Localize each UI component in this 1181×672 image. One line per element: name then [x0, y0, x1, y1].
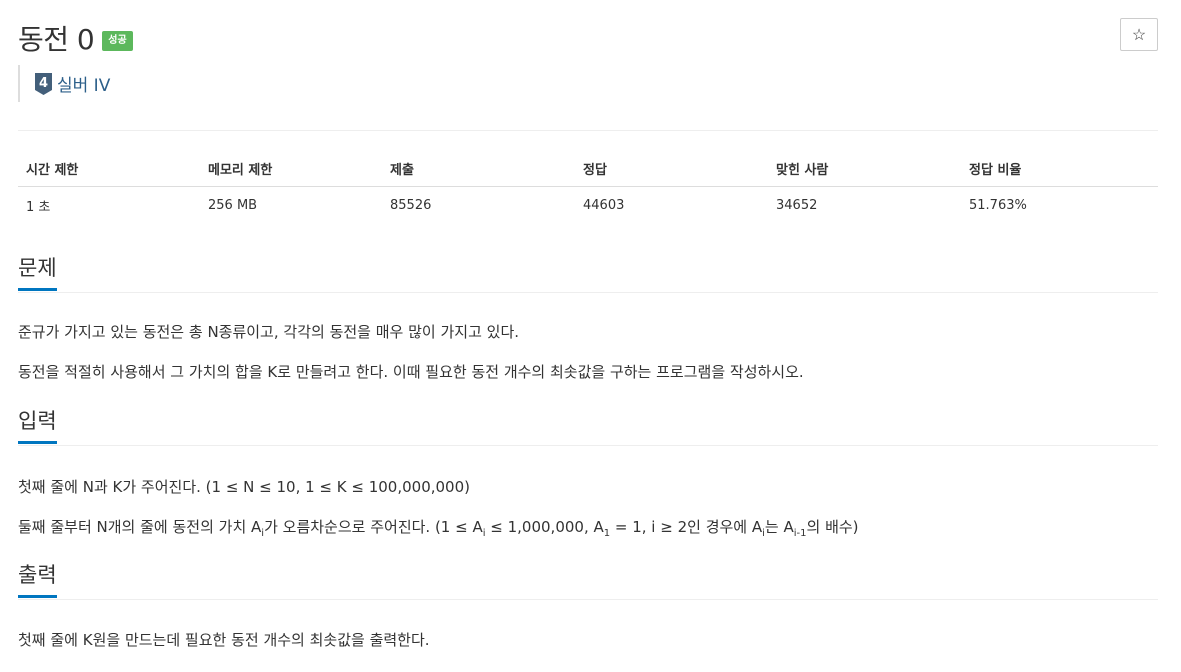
tier-icon: 4	[35, 72, 52, 95]
input-section: 입력	[18, 405, 1158, 446]
section-header: 문제	[18, 252, 1158, 293]
problem-text-line-1: 준규가 가지고 있는 동전은 총 N종류이고, 각각의 동전을 매우 많이 가지…	[18, 323, 520, 341]
problem-description-section: 문제	[18, 252, 1158, 293]
header-solved-users: 맞힌 사람	[768, 151, 961, 187]
time-limit-value: 1 초	[26, 199, 51, 215]
output-text-line-1: 첫째 줄에 K원을 만드는데 필요한 동전 개수의 최솟값을 출력한다.	[18, 631, 430, 649]
star-icon: ☆	[1131, 26, 1147, 44]
favorite-star-button[interactable]: ☆	[1120, 18, 1158, 51]
header-accept-ratio: 정답 비율	[961, 151, 1158, 187]
tier-row: 4 실버 IV	[18, 65, 110, 102]
tier-number: 4	[39, 76, 48, 91]
header-time-limit: 시간 제한	[18, 151, 200, 187]
memory-limit-value: 256 MB	[208, 197, 258, 213]
submissions-value: 85526	[390, 197, 432, 213]
problem-info-table: 시간 제한 메모리 제한 제출 정답 맞힌 사람 정답 비율 1 초 256 M…	[18, 151, 1158, 223]
section-header: 입력	[18, 405, 1158, 446]
solved-users-value: 34652	[776, 197, 818, 213]
input-text-line-1: 첫째 줄에 N과 K가 주어진다. (1 ≤ N ≤ 10, 1 ≤ K ≤ 1…	[18, 478, 470, 496]
tier-label[interactable]: 실버 IV	[57, 71, 110, 96]
accepted-value: 44603	[583, 197, 625, 213]
title-row: 동전 0 성공	[18, 18, 133, 58]
section-title-problem: 문제	[18, 256, 57, 291]
header-memory-limit: 메모리 제한	[200, 151, 382, 187]
accept-ratio-value: 51.763%	[969, 197, 1027, 213]
problem-text-line-2: 동전을 적절히 사용해서 그 가치의 합을 K로 만들려고 한다. 이때 필요한…	[18, 363, 804, 381]
section-title-output: 출력	[18, 563, 57, 598]
input-text-line-2: 둘째 줄부터 N개의 줄에 동전의 가치 Ai가 오름차순으로 주어진다. (1…	[18, 518, 859, 539]
problem-title: 동전 0	[18, 23, 95, 56]
output-section: 출력	[18, 559, 1158, 600]
table-header-row: 시간 제한 메모리 제한 제출 정답 맞힌 사람 정답 비율	[18, 151, 1158, 187]
header-accepted: 정답	[575, 151, 768, 187]
divider	[18, 130, 1158, 131]
table-row: 1 초 256 MB 85526 44603 34652 51.763%	[18, 187, 1158, 224]
section-header: 출력	[18, 559, 1158, 600]
section-title-input: 입력	[18, 409, 57, 444]
status-badge: 성공	[102, 31, 133, 51]
header-submissions: 제출	[382, 151, 575, 187]
